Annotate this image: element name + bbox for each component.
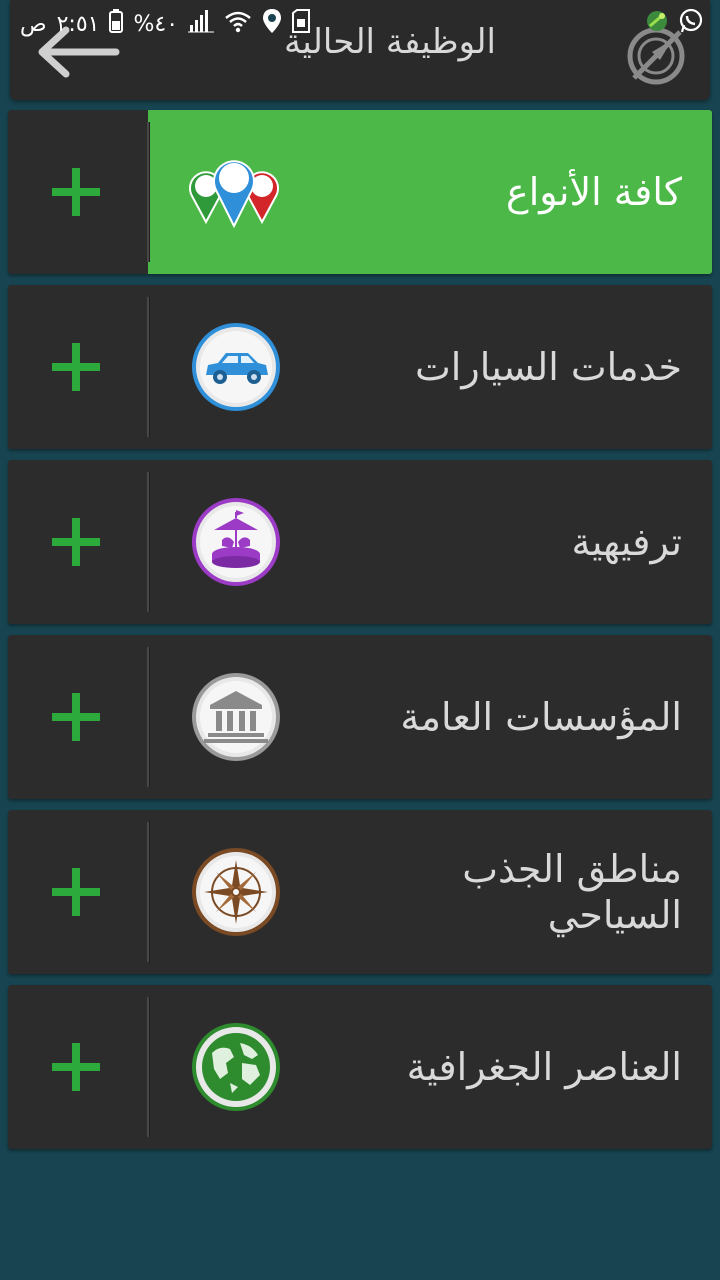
status-am-pm: ص [20, 11, 47, 37]
category-row-car-services[interactable]: خدمات السيارات [8, 285, 712, 449]
add-category-button[interactable] [8, 460, 146, 624]
row-divider [147, 997, 149, 1137]
multi-pin-icon [189, 148, 280, 236]
row-divider [147, 472, 149, 612]
carousel-icon [192, 498, 280, 586]
car-icon [192, 323, 280, 411]
category-label: مناطق الجذب السياحي [462, 847, 682, 937]
add-category-button[interactable] [8, 810, 146, 974]
bank-icon [192, 673, 280, 761]
row-divider [147, 122, 149, 262]
category-label: المؤسسات العامة [400, 695, 682, 739]
plus-icon [52, 168, 100, 216]
status-bar: ص ٢:٥١ %٤٠ [0, 0, 720, 48]
map-notification-icon [644, 8, 670, 40]
signal-icon [188, 9, 215, 39]
battery-percent: %٤٠ [133, 11, 179, 37]
status-left: ص ٢:٥١ %٤٠ [20, 8, 311, 40]
whatsapp-icon [678, 8, 704, 40]
sim-icon [292, 9, 311, 39]
add-category-button[interactable] [8, 985, 146, 1149]
plus-icon [52, 343, 100, 391]
row-divider [147, 647, 149, 787]
row-divider [147, 822, 149, 962]
location-icon [262, 8, 282, 40]
plus-icon [52, 518, 100, 566]
plus-icon [52, 868, 100, 916]
category-label: كافة الأنواع [506, 170, 682, 214]
row-divider [147, 297, 149, 437]
category-row-public-institutions[interactable]: المؤسسات العامة [8, 635, 712, 799]
plus-icon [52, 1043, 100, 1091]
add-category-button[interactable] [8, 110, 146, 274]
wifi-icon [224, 9, 252, 39]
plus-icon [52, 693, 100, 741]
status-right [644, 8, 704, 40]
category-row-all-types[interactable]: كافة الأنواع [8, 110, 712, 274]
category-label: خدمات السيارات [415, 345, 682, 389]
compass-rose-icon [192, 848, 280, 936]
status-time: ٢:٥١ [56, 11, 100, 37]
add-category-button[interactable] [8, 635, 146, 799]
category-label: ترفيهية [571, 520, 682, 564]
category-row-geographic-features[interactable]: العناصر الجغرافية [8, 985, 712, 1149]
battery-icon [109, 9, 124, 39]
category-row-tourist-attractions[interactable]: مناطق الجذب السياحي [8, 810, 712, 974]
add-category-button[interactable] [8, 285, 146, 449]
globe-icon [192, 1023, 280, 1111]
category-label: العناصر الجغرافية [406, 1045, 682, 1089]
category-row-entertainment[interactable]: ترفيهية [8, 460, 712, 624]
category-list: كافة الأنواع خدمات السيارات ترفيهية المؤ… [8, 110, 712, 1160]
